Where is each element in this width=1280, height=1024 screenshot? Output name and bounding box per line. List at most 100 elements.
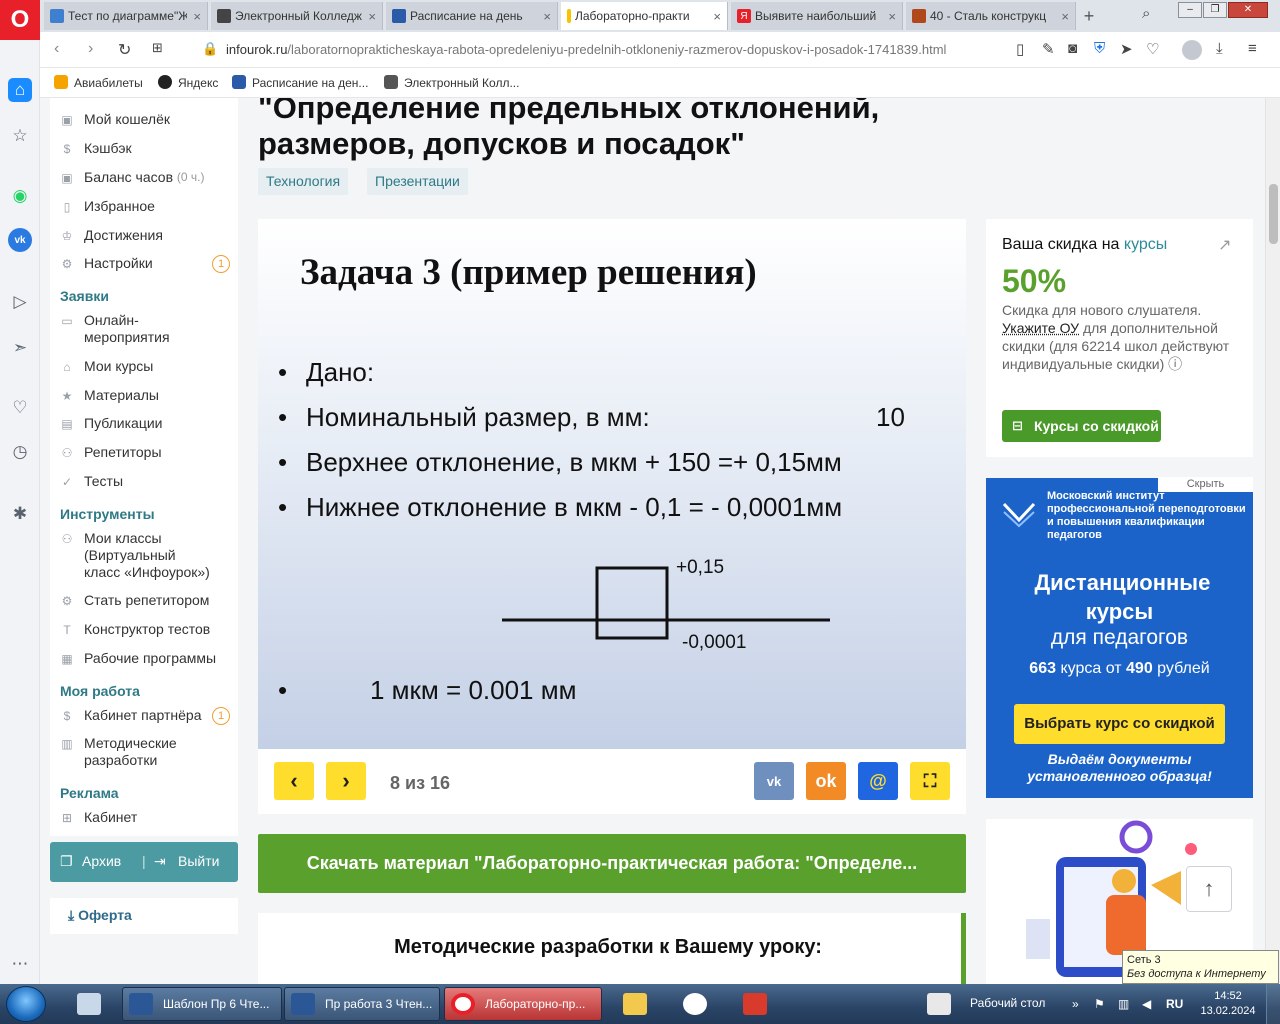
player-icon[interactable]: ▷: [8, 290, 32, 314]
mail-icon[interactable]: @: [858, 762, 898, 800]
external-arrow-icon[interactable]: ↗: [1218, 235, 1231, 255]
close-window-button[interactable]: ✕: [1228, 2, 1268, 18]
sidebar-item-hours[interactable]: ▣ Баланс часов (0 ч.): [60, 169, 204, 186]
calculator-taskbar-icon[interactable]: [62, 987, 114, 1021]
sidebar-item-publications[interactable]: ▤ Публикации: [60, 415, 162, 432]
choose-course-button[interactable]: Выбрать курс со скидкой: [1014, 704, 1225, 744]
taskbar-word-practical[interactable]: Пр работа 3 Чтен...: [284, 987, 440, 1021]
explorer-taskbar-icon[interactable]: [608, 987, 660, 1021]
sidebar-item-test-builder[interactable]: T Конструктор тестов: [60, 621, 210, 638]
logout-button[interactable]: Выйти: [178, 853, 219, 869]
page-scrollbar[interactable]: [1265, 98, 1280, 984]
tab-identify[interactable]: Я Выявите наибольший ×: [731, 2, 903, 30]
desktop-toolbar[interactable]: Рабочий стол: [970, 996, 1045, 1010]
sidebar-item-online-events[interactable]: ▭ Онлайн-мероприятия: [60, 312, 190, 346]
camera-icon[interactable]: ◙: [1068, 40, 1077, 57]
archive-button[interactable]: Архив: [82, 853, 121, 869]
tab-close-icon[interactable]: ×: [368, 9, 376, 24]
sidebar-item-work-programs[interactable]: ▦ Рабочие программы: [60, 650, 216, 667]
back-icon[interactable]: ‹: [54, 40, 59, 58]
tab-steel[interactable]: 40 - Сталь конструкц ×: [906, 2, 1076, 30]
tag-technology[interactable]: Технология: [258, 168, 349, 195]
minimize-button[interactable]: –: [1178, 2, 1202, 18]
tray-expand-icon[interactable]: »: [1072, 997, 1079, 1011]
heart-sidebar-icon[interactable]: ♡: [8, 396, 32, 420]
yandex-taskbar-icon[interactable]: [668, 987, 720, 1021]
sidebar-item-wallet[interactable]: ▣ Мой кошелёк: [60, 111, 170, 128]
home-icon[interactable]: ⌂: [8, 78, 32, 102]
vk-sidebar-icon[interactable]: vk: [8, 228, 32, 252]
bookmark-schedule[interactable]: Расписание на ден...: [232, 75, 368, 90]
tray-network-icon[interactable]: ▥: [1118, 997, 1129, 1011]
tab-laboratory[interactable]: Лабораторно-практи ×: [561, 2, 728, 30]
bookmark-yandex[interactable]: Яндекс: [158, 75, 218, 90]
opera-menu-button[interactable]: O: [0, 0, 40, 40]
lock-icon[interactable]: 🔒: [202, 41, 218, 57]
tab-search-icon[interactable]: ⌕: [1142, 5, 1150, 22]
show-desktop-button[interactable]: [1266, 984, 1280, 1024]
sidebar-item-cashback[interactable]: $ Кэшбэк: [60, 140, 132, 157]
tab-close-icon[interactable]: ×: [1061, 9, 1069, 24]
reader-icon[interactable]: ▯: [1016, 40, 1024, 58]
ad-banner[interactable]: Скрыть Московский институт профессиональ…: [986, 477, 1253, 798]
maximize-button[interactable]: ❐: [1203, 2, 1227, 18]
sidebar-item-my-courses[interactable]: ⌂ Мои курсы: [60, 358, 153, 375]
tab-close-icon[interactable]: ×: [193, 9, 201, 24]
send-sidebar-icon[interactable]: ➣: [8, 336, 32, 360]
discount-courses-button[interactable]: ⊟ Курсы со скидкой: [1002, 410, 1161, 442]
star-icon[interactable]: ☆: [8, 124, 32, 148]
sidebar-item-materials[interactable]: ★ Материалы: [60, 387, 159, 404]
tab-diagram-test[interactable]: Тест по диаграмме"Ж ×: [44, 2, 208, 30]
heart-icon[interactable]: ♡: [1146, 40, 1159, 58]
more-icon[interactable]: ⋯: [8, 952, 32, 976]
sidebar-item-favorites[interactable]: ▯ Избранное: [60, 198, 155, 215]
signature-taskbar-icon[interactable]: [912, 987, 964, 1021]
tray-clock[interactable]: 14:52 13.02.2024: [1200, 989, 1256, 1019]
shield-icon[interactable]: ⛨: [1094, 40, 1105, 57]
sidebar-item-method-dev[interactable]: ▥ Методические разработки: [60, 735, 210, 769]
tab-close-icon[interactable]: ×: [713, 9, 721, 24]
forward-icon[interactable]: ›: [88, 40, 93, 58]
sidebar-item-tests[interactable]: ✓ Тесты: [60, 473, 123, 490]
courses-link[interactable]: курсы: [1124, 236, 1167, 253]
tab-electronic-college[interactable]: Электронный Колледж ×: [211, 2, 383, 30]
sidebar-item-become-tutor[interactable]: ⚙ Стать репетитором: [60, 592, 210, 609]
new-tab-button[interactable]: +: [1078, 5, 1100, 27]
next-slide-button[interactable]: ›: [326, 762, 366, 800]
tabs-grid-icon[interactable]: ⊞: [152, 40, 163, 56]
url-input[interactable]: infourok.ru/laboratornoprakticheskaya-ra…: [226, 42, 946, 57]
tips-icon[interactable]: ✱: [8, 502, 32, 526]
acrobat-taskbar-icon[interactable]: [728, 987, 780, 1021]
sidebar-item-ad-cabinet[interactable]: ⊞ Кабинет: [60, 809, 137, 826]
tag-presentations[interactable]: Презентации: [367, 168, 468, 195]
avatar[interactable]: [1182, 40, 1202, 60]
edit-icon[interactable]: ✎: [1042, 40, 1055, 58]
tab-close-icon[interactable]: ×: [543, 9, 551, 24]
whatsapp-icon[interactable]: ◉: [8, 184, 32, 208]
reload-icon[interactable]: ↻: [118, 40, 131, 60]
oferta-link[interactable]: ⤓ Оферта: [68, 907, 132, 924]
sidebar-item-partner-cabinet[interactable]: $ Кабинет партнёра: [60, 707, 202, 724]
sidebar-item-achievements[interactable]: ♔ Достижения: [60, 227, 163, 244]
start-button[interactable]: [6, 986, 46, 1022]
tray-language[interactable]: RU: [1166, 997, 1183, 1011]
download-material-button[interactable]: Скачать материал "Лабораторно-практическ…: [258, 834, 966, 893]
taskbar-opera[interactable]: Лабораторно-пр...: [444, 987, 602, 1021]
bookmark-college[interactable]: Электронный Колл...: [384, 75, 519, 90]
taskbar-word-template[interactable]: Шаблон Пр 6 Чте...: [122, 987, 282, 1021]
help-icon[interactable]: ⓘ: [1168, 356, 1182, 372]
scrollbar-thumb[interactable]: [1269, 184, 1278, 244]
tray-volume-icon[interactable]: ◀: [1142, 997, 1151, 1011]
tray-flag-icon[interactable]: ⚑: [1094, 997, 1105, 1011]
specify-school-link[interactable]: Укажите ОУ: [1002, 320, 1079, 336]
scroll-up-button[interactable]: ↑: [1186, 866, 1232, 912]
sidebar-item-my-classes[interactable]: ⚇ Мои классы (Виртуальный класс «Инфоурок…: [60, 530, 210, 581]
vk-icon[interactable]: vk: [754, 762, 794, 800]
menu-icon[interactable]: ≡: [1248, 40, 1257, 57]
tab-close-icon[interactable]: ×: [888, 9, 896, 24]
send-icon[interactable]: ➤: [1120, 40, 1133, 58]
bookmark-avia[interactable]: Авиабилеты: [54, 75, 143, 90]
sidebar-item-settings[interactable]: ⚙ Настройки: [60, 255, 153, 272]
tab-schedule[interactable]: Расписание на день ×: [386, 2, 558, 30]
fullscreen-icon[interactable]: ⛶: [910, 762, 950, 800]
